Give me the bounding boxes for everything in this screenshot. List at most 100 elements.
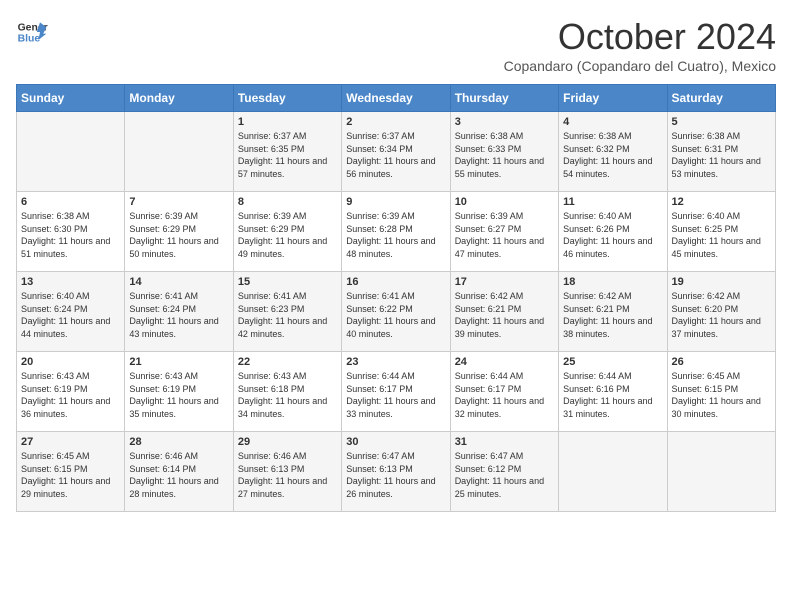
calendar-cell: 24 Sunrise: 6:44 AMSunset: 6:17 PMDayligh… — [450, 352, 558, 432]
calendar-cell: 20 Sunrise: 6:43 AMSunset: 6:19 PMDayligh… — [17, 352, 125, 432]
calendar-cell: 6 Sunrise: 6:38 AMSunset: 6:30 PMDaylight… — [17, 192, 125, 272]
calendar-cell: 29 Sunrise: 6:46 AMSunset: 6:13 PMDayligh… — [233, 432, 341, 512]
day-number: 6 — [21, 196, 120, 208]
day-number: 31 — [455, 436, 554, 448]
day-number: 8 — [238, 196, 337, 208]
day-info: Sunrise: 6:41 AMSunset: 6:24 PMDaylight:… — [129, 290, 228, 340]
calendar-cell: 4 Sunrise: 6:38 AMSunset: 6:32 PMDaylight… — [559, 112, 667, 192]
day-info: Sunrise: 6:46 AMSunset: 6:13 PMDaylight:… — [238, 450, 337, 500]
day-info: Sunrise: 6:37 AMSunset: 6:35 PMDaylight:… — [238, 130, 337, 180]
calendar-cell: 10 Sunrise: 6:39 AMSunset: 6:27 PMDayligh… — [450, 192, 558, 272]
calendar-table: SundayMondayTuesdayWednesdayThursdayFrid… — [16, 84, 776, 512]
day-info: Sunrise: 6:45 AMSunset: 6:15 PMDaylight:… — [21, 450, 120, 500]
day-info: Sunrise: 6:38 AMSunset: 6:33 PMDaylight:… — [455, 130, 554, 180]
day-number: 15 — [238, 276, 337, 288]
calendar-week-1: 1 Sunrise: 6:37 AMSunset: 6:35 PMDaylight… — [17, 112, 776, 192]
calendar-cell: 30 Sunrise: 6:47 AMSunset: 6:13 PMDayligh… — [342, 432, 450, 512]
calendar-cell: 27 Sunrise: 6:45 AMSunset: 6:15 PMDayligh… — [17, 432, 125, 512]
day-info: Sunrise: 6:43 AMSunset: 6:18 PMDaylight:… — [238, 370, 337, 420]
day-number: 25 — [563, 356, 662, 368]
calendar-cell: 23Sunrise: 6:44 AMSunset: 6:17 PMDayligh… — [342, 352, 450, 432]
day-info: Sunrise: 6:47 AMSunset: 6:12 PMDaylight:… — [455, 450, 554, 500]
calendar-cell: 18Sunrise: 6:42 AMSunset: 6:21 PMDayligh… — [559, 272, 667, 352]
day-info: Sunrise: 6:43 AMSunset: 6:19 PMDaylight:… — [21, 370, 120, 420]
day-number: 9 — [346, 196, 445, 208]
day-number: 7 — [129, 196, 228, 208]
day-header-wednesday: Wednesday — [342, 85, 450, 112]
day-info: Sunrise: 6:42 AMSunset: 6:20 PMDaylight:… — [672, 290, 771, 340]
day-number: 21 — [129, 356, 228, 368]
day-info: Sunrise: 6:38 AMSunset: 6:32 PMDaylight:… — [563, 130, 662, 180]
day-number: 1 — [238, 116, 337, 128]
calendar-header: SundayMondayTuesdayWednesdayThursdayFrid… — [17, 85, 776, 112]
day-header-saturday: Saturday — [667, 85, 775, 112]
day-number: 29 — [238, 436, 337, 448]
logo-icon: General Blue — [16, 16, 48, 48]
calendar-cell: 31 Sunrise: 6:47 AMSunset: 6:12 PMDayligh… — [450, 432, 558, 512]
day-number: 30 — [346, 436, 445, 448]
calendar-cell: 1 Sunrise: 6:37 AMSunset: 6:35 PMDaylight… — [233, 112, 341, 192]
day-number: 20 — [21, 356, 120, 368]
day-info: Sunrise: 6:47 AMSunset: 6:13 PMDaylight:… — [346, 450, 445, 500]
day-info: Sunrise: 6:39 AMSunset: 6:27 PMDaylight:… — [455, 210, 554, 260]
calendar-cell: 8 Sunrise: 6:39 AMSunset: 6:29 PMDaylight… — [233, 192, 341, 272]
calendar-cell — [17, 112, 125, 192]
day-number: 14 — [129, 276, 228, 288]
day-info: Sunrise: 6:38 AMSunset: 6:30 PMDaylight:… — [21, 210, 120, 260]
calendar-cell — [559, 432, 667, 512]
calendar-cell: 7 Sunrise: 6:39 AMSunset: 6:29 PMDaylight… — [125, 192, 233, 272]
calendar-cell: 17Sunrise: 6:42 AMSunset: 6:21 PMDayligh… — [450, 272, 558, 352]
calendar-cell: 25 Sunrise: 6:44 AMSunset: 6:16 PMDayligh… — [559, 352, 667, 432]
day-header-monday: Monday — [125, 85, 233, 112]
day-number: 11 — [563, 196, 662, 208]
day-number: 10 — [455, 196, 554, 208]
day-info: Sunrise: 6:40 AMSunset: 6:25 PMDaylight:… — [672, 210, 771, 260]
day-info: Sunrise: 6:40 AMSunset: 6:26 PMDaylight:… — [563, 210, 662, 260]
calendar-cell: 5 Sunrise: 6:38 AMSunset: 6:31 PMDaylight… — [667, 112, 775, 192]
svg-text:Blue: Blue — [18, 34, 41, 45]
day-number: 19 — [672, 276, 771, 288]
day-number: 5 — [672, 116, 771, 128]
day-header-friday: Friday — [559, 85, 667, 112]
day-number: 22 — [238, 356, 337, 368]
logo: General Blue — [16, 16, 48, 48]
day-info: Sunrise: 6:46 AMSunset: 6:14 PMDaylight:… — [129, 450, 228, 500]
calendar-cell: 28Sunrise: 6:46 AMSunset: 6:14 PMDayligh… — [125, 432, 233, 512]
page-header: General Blue October 2024 Copandaro (Cop… — [16, 16, 776, 74]
calendar-cell: 9 Sunrise: 6:39 AMSunset: 6:28 PMDaylight… — [342, 192, 450, 272]
day-info: Sunrise: 6:37 AMSunset: 6:34 PMDaylight:… — [346, 130, 445, 180]
month-title: October 2024 — [504, 16, 776, 58]
day-number: 4 — [563, 116, 662, 128]
day-number: 12 — [672, 196, 771, 208]
calendar-cell: 21 Sunrise: 6:43 AMSunset: 6:19 PMDayligh… — [125, 352, 233, 432]
calendar-week-5: 27 Sunrise: 6:45 AMSunset: 6:15 PMDayligh… — [17, 432, 776, 512]
day-info: Sunrise: 6:40 AMSunset: 6:24 PMDaylight:… — [21, 290, 120, 340]
calendar-week-4: 20 Sunrise: 6:43 AMSunset: 6:19 PMDayligh… — [17, 352, 776, 432]
day-number: 24 — [455, 356, 554, 368]
day-info: Sunrise: 6:44 AMSunset: 6:17 PMDaylight:… — [455, 370, 554, 420]
day-info: Sunrise: 6:45 AMSunset: 6:15 PMDaylight:… — [672, 370, 771, 420]
calendar-cell: 2Sunrise: 6:37 AMSunset: 6:34 PMDaylight… — [342, 112, 450, 192]
day-info: Sunrise: 6:44 AMSunset: 6:16 PMDaylight:… — [563, 370, 662, 420]
day-info: Sunrise: 6:44 AMSunset: 6:17 PMDaylight:… — [346, 370, 445, 420]
day-info: Sunrise: 6:43 AMSunset: 6:19 PMDaylight:… — [129, 370, 228, 420]
day-number: 16 — [346, 276, 445, 288]
calendar-cell: 26Sunrise: 6:45 AMSunset: 6:15 PMDayligh… — [667, 352, 775, 432]
day-number: 27 — [21, 436, 120, 448]
day-info: Sunrise: 6:39 AMSunset: 6:29 PMDaylight:… — [238, 210, 337, 260]
calendar-cell: 14 Sunrise: 6:41 AMSunset: 6:24 PMDayligh… — [125, 272, 233, 352]
day-header-tuesday: Tuesday — [233, 85, 341, 112]
day-info: Sunrise: 6:38 AMSunset: 6:31 PMDaylight:… — [672, 130, 771, 180]
calendar-cell — [667, 432, 775, 512]
day-header-sunday: Sunday — [17, 85, 125, 112]
calendar-cell: 3Sunrise: 6:38 AMSunset: 6:33 PMDaylight… — [450, 112, 558, 192]
subtitle: Copandaro (Copandaro del Cuatro), Mexico — [504, 58, 776, 74]
calendar-cell: 16Sunrise: 6:41 AMSunset: 6:22 PMDayligh… — [342, 272, 450, 352]
calendar-cell: 12 Sunrise: 6:40 AMSunset: 6:25 PMDayligh… — [667, 192, 775, 272]
calendar-cell: 13Sunrise: 6:40 AMSunset: 6:24 PMDayligh… — [17, 272, 125, 352]
day-info: Sunrise: 6:39 AMSunset: 6:28 PMDaylight:… — [346, 210, 445, 260]
calendar-cell: 19 Sunrise: 6:42 AMSunset: 6:20 PMDayligh… — [667, 272, 775, 352]
day-info: Sunrise: 6:39 AMSunset: 6:29 PMDaylight:… — [129, 210, 228, 260]
calendar-cell: 22 Sunrise: 6:43 AMSunset: 6:18 PMDayligh… — [233, 352, 341, 432]
day-header-thursday: Thursday — [450, 85, 558, 112]
